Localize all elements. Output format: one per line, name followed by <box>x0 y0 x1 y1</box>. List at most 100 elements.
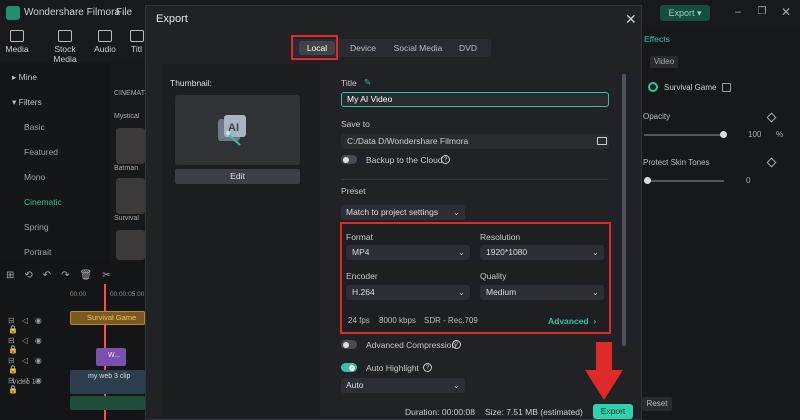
maximize-icon[interactable]: ❐ <box>756 6 768 18</box>
track-controls[interactable]: ⊟◁◉🔒 <box>8 356 64 374</box>
adv-compression-toggle[interactable] <box>341 340 357 349</box>
toolbar-stock-media[interactable]: Stock Media <box>42 26 88 64</box>
red-arrow-annotation <box>585 342 623 400</box>
video-track-label: Video 1 <box>12 379 36 386</box>
track-controls[interactable]: ⊟◁◉🔒 <box>8 336 64 354</box>
filter-thumbnail[interactable] <box>116 230 145 260</box>
clip-video[interactable]: my web 3 clip <box>70 370 145 394</box>
sidebar-item-featured[interactable]: Featured <box>24 147 58 157</box>
effect-name: Survival Game <box>664 83 717 92</box>
filter-thumbnails: CINEMATI Mystical Batman Survival <box>110 62 147 262</box>
sidebar-item-basic[interactable]: Basic <box>24 122 45 132</box>
toolbar-audio[interactable]: Audio <box>92 26 118 62</box>
opacity-value[interactable]: 100 <box>748 130 761 139</box>
advanced-link[interactable]: Advanced › <box>548 316 596 326</box>
sidebar-filters[interactable]: ▾ Filters <box>12 97 42 108</box>
clip-title[interactable]: W... <box>96 348 126 366</box>
opacity-slider[interactable] <box>644 134 724 136</box>
file-menu[interactable]: File <box>116 7 132 18</box>
backup-toggle[interactable] <box>341 155 357 164</box>
media-toolbar: Media Stock Media Audio Titl <box>0 26 145 64</box>
scrollbar[interactable] <box>622 74 626 346</box>
encoder-select[interactable]: H.264 <box>346 285 470 300</box>
save-to-label: Save to <box>341 119 370 129</box>
filter-thumbnail[interactable] <box>116 178 145 214</box>
tab-social-media[interactable]: Social Media <box>389 39 447 57</box>
video-chip[interactable]: Video <box>650 56 678 68</box>
export-button[interactable]: Export <box>593 404 633 419</box>
chevron-down-icon: ⌄ <box>453 381 460 390</box>
sidebar-item-mono[interactable]: Mono <box>24 172 45 182</box>
opacity-slider-knob[interactable] <box>720 131 727 138</box>
title-input[interactable]: My AI Video <box>341 92 609 107</box>
sidebar-item-cinematic[interactable]: Cinematic <box>24 197 62 207</box>
keyframe-diamond-icon[interactable] <box>766 157 777 168</box>
duration-text: Duration: 00:00:08 <box>405 407 475 417</box>
titles-icon <box>129 30 144 42</box>
tab-dvd[interactable]: DVD <box>453 39 483 57</box>
quality-label: Quality <box>480 271 507 281</box>
auto-highlight-select[interactable]: Auto <box>341 378 465 393</box>
filter-sidebar: ▸ Mine ▾ Filters Basic Featured Mono Cin… <box>0 62 110 262</box>
save-path-field[interactable]: C:/Data D/Wondershare Filmora <box>341 134 609 149</box>
format-label: Format <box>346 232 373 242</box>
resolution-label: Resolution <box>480 232 521 242</box>
keyframe-diamond-icon[interactable] <box>766 112 777 123</box>
clip-audio[interactable] <box>70 396 145 410</box>
preset-select[interactable]: Match to project settings <box>341 205 465 220</box>
timeline-tools[interactable]: ⊞⟲↶↷🗑✂ <box>6 270 121 281</box>
bitrate-value: 8000 kbps <box>379 316 416 325</box>
tab-device[interactable]: Device <box>345 39 381 57</box>
encoder-label: Encoder <box>346 271 378 281</box>
size-text: Size: 7.51 MB (estimated) <box>485 407 583 417</box>
skin-tones-slider-knob[interactable] <box>644 177 651 184</box>
app-name: Wondershare Filmora <box>24 7 120 18</box>
effect-radio[interactable] <box>648 82 658 92</box>
chevron-down-icon: ⌄ <box>458 248 465 257</box>
resolution-select[interactable]: 1920*1080 <box>480 245 604 260</box>
media-icon <box>10 30 24 42</box>
minimize-icon[interactable]: – <box>732 6 744 18</box>
svg-text:AI: AI <box>228 122 239 134</box>
skin-tones-slider[interactable] <box>644 180 724 182</box>
annotation-highlight-local <box>291 35 338 60</box>
reset-button[interactable]: Reset <box>642 397 672 411</box>
fps-value: 24 fps <box>348 316 370 325</box>
sidebar-item-spring[interactable]: Spring <box>24 222 49 232</box>
export-dialog: Export ✕ Local Device Social Media DVD T… <box>145 5 642 420</box>
sidebar-item-portrait[interactable]: Portrait <box>24 247 51 257</box>
stock-media-icon <box>58 30 72 42</box>
toggle-knob <box>343 156 349 163</box>
format-select[interactable]: MP4 <box>346 245 470 260</box>
effect-checkbox[interactable] <box>722 83 731 92</box>
audio-icon <box>98 30 112 42</box>
edit-thumbnail-button[interactable]: Edit <box>175 169 300 184</box>
timeline-time: 00:00:05:00 <box>110 291 145 298</box>
track-controls[interactable]: ⊟◁◉🔒 <box>8 316 64 334</box>
top-export-button[interactable]: Export ▾ <box>660 5 710 21</box>
toolbar-titles[interactable]: Titl <box>128 26 145 62</box>
filter-thumbnail[interactable] <box>116 128 145 164</box>
window-close-icon[interactable]: ✕ <box>780 6 792 18</box>
chevron-down-icon: ⌄ <box>592 248 599 257</box>
opacity-unit: % <box>776 130 784 139</box>
ai-magic-icon: AI <box>218 115 246 146</box>
divider <box>341 179 608 180</box>
effects-panel: Effects Video Survival Game Opacity 100 … <box>640 26 800 420</box>
help-icon[interactable]: ? <box>441 155 450 164</box>
tab-effects[interactable]: Effects <box>644 34 670 44</box>
folder-icon[interactable] <box>597 137 607 145</box>
color-space-value: SDR - Rec.709 <box>424 316 478 325</box>
sidebar-mine[interactable]: ▸ Mine <box>12 72 37 83</box>
help-icon[interactable]: ? <box>423 363 432 372</box>
help-icon[interactable]: ? <box>452 340 461 349</box>
auto-highlight-toggle[interactable] <box>341 363 357 372</box>
ai-title-icon[interactable]: ✎ <box>364 77 371 88</box>
clip-survival-game[interactable]: Survival Game <box>70 311 145 325</box>
toolbar-media[interactable]: Media <box>4 26 30 62</box>
quality-select[interactable]: Medium <box>480 285 604 300</box>
skin-tones-label: Protect Skin Tones <box>643 158 710 167</box>
skin-tones-value[interactable]: 0 <box>746 176 750 185</box>
close-icon[interactable]: ✕ <box>625 11 637 28</box>
preset-label: Preset <box>341 186 366 196</box>
